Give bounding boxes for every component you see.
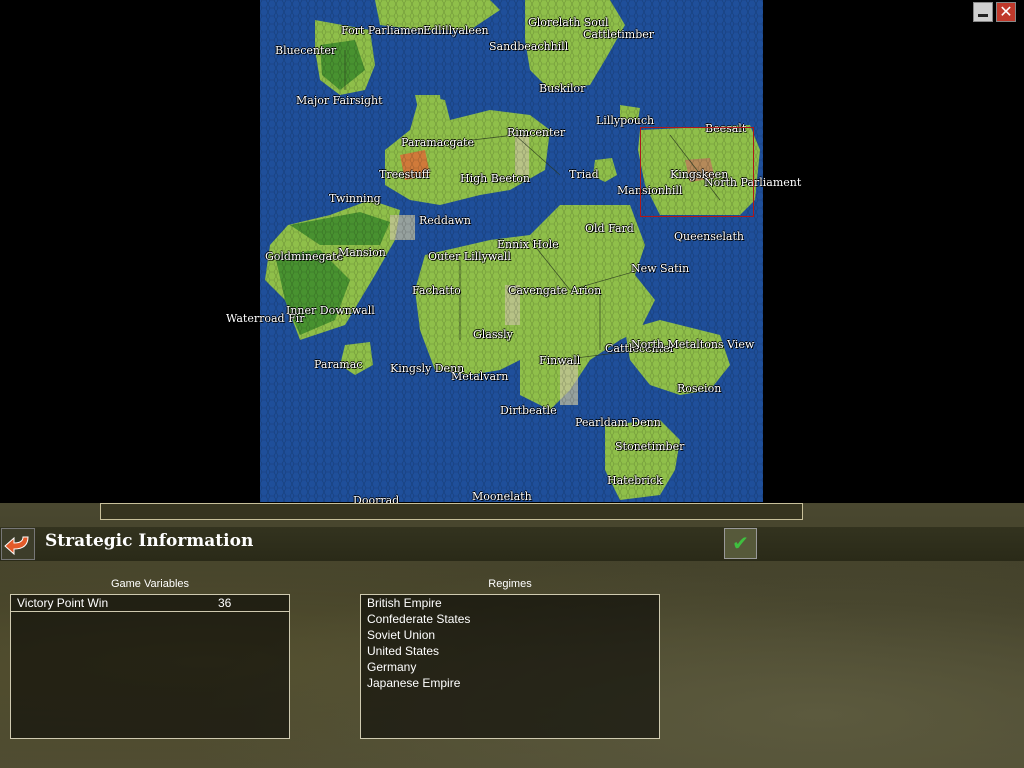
city-label: Sandbeachhill	[489, 40, 569, 53]
map-viewport-indicator[interactable]	[640, 127, 754, 217]
city-label: Cattletimber	[583, 28, 655, 41]
city-label: Bluecenter	[275, 44, 337, 57]
city-label: Metalvarn	[451, 370, 509, 383]
city-label: Pearldam Denn	[575, 416, 661, 429]
regimes-list[interactable]: British Empire Confederate States Soviet…	[360, 594, 660, 739]
city-label: Queenselath	[674, 230, 744, 243]
back-button[interactable]	[1, 528, 35, 560]
city-label: Cavengate Arion	[508, 284, 602, 297]
city-label: Reddawn	[419, 214, 471, 227]
list-item[interactable]: Germany	[361, 659, 659, 675]
city-label: Old Fard	[585, 222, 634, 235]
arrow-back-icon	[4, 536, 29, 556]
page-title: Strategic Information	[45, 531, 254, 551]
game-variables-list[interactable]: Victory Point Win 36	[10, 594, 290, 739]
regimes-caption: Regimes	[488, 578, 532, 590]
city-label: Waterroad Fir	[226, 312, 305, 325]
city-label: Dirtbeatle	[500, 404, 557, 417]
city-label: Lillypouch	[596, 114, 655, 127]
city-label: Fachatto	[412, 284, 461, 297]
city-label: Edlillyaleen	[423, 24, 489, 37]
city-label: Major Fairsight	[296, 94, 383, 107]
checkmark-icon: ✔	[732, 531, 749, 555]
city-label: Glassly	[473, 328, 513, 341]
variable-value: 36	[218, 596, 232, 610]
city-label: Moonelath	[472, 490, 532, 503]
list-item[interactable]: Confederate States	[361, 611, 659, 627]
city-label: High Beeton	[460, 172, 530, 185]
game-variables-caption: Game Variables	[110, 578, 190, 590]
city-label: Hatebrick	[607, 474, 663, 487]
list-item[interactable]: British Empire	[361, 595, 659, 611]
city-label: Paramacgate	[401, 136, 474, 149]
variable-name: Victory Point Win	[17, 596, 109, 610]
table-row[interactable]: Victory Point Win 36	[11, 595, 289, 612]
list-item[interactable]: Soviet Union	[361, 627, 659, 643]
city-label: New Satin	[631, 262, 690, 275]
city-label: Outer Lillywall	[428, 250, 511, 263]
city-label: Triad	[569, 168, 599, 181]
city-label: Rimcenter	[507, 126, 566, 139]
list-item[interactable]: United States	[361, 643, 659, 659]
confirm-button[interactable]: ✔	[724, 528, 757, 559]
city-label: Treestuff	[379, 168, 430, 181]
city-label: North Metaltons View	[631, 338, 755, 351]
city-label: Twinning	[329, 192, 381, 205]
city-label: Finwall	[539, 354, 581, 367]
city-label: Mansion	[338, 246, 386, 259]
city-label: Paramac	[314, 358, 363, 371]
minimize-button[interactable]	[973, 2, 993, 22]
close-button[interactable]: ✕	[996, 2, 1016, 22]
city-label: Stonetimber	[615, 440, 685, 453]
city-label: Fort Parliament	[341, 24, 429, 37]
city-label: Goldminegate	[265, 250, 344, 263]
city-label: Roseion	[677, 382, 722, 395]
list-item[interactable]: Japanese Empire	[361, 675, 659, 691]
status-bar	[100, 503, 803, 520]
city-label: Buskilor	[539, 82, 586, 95]
